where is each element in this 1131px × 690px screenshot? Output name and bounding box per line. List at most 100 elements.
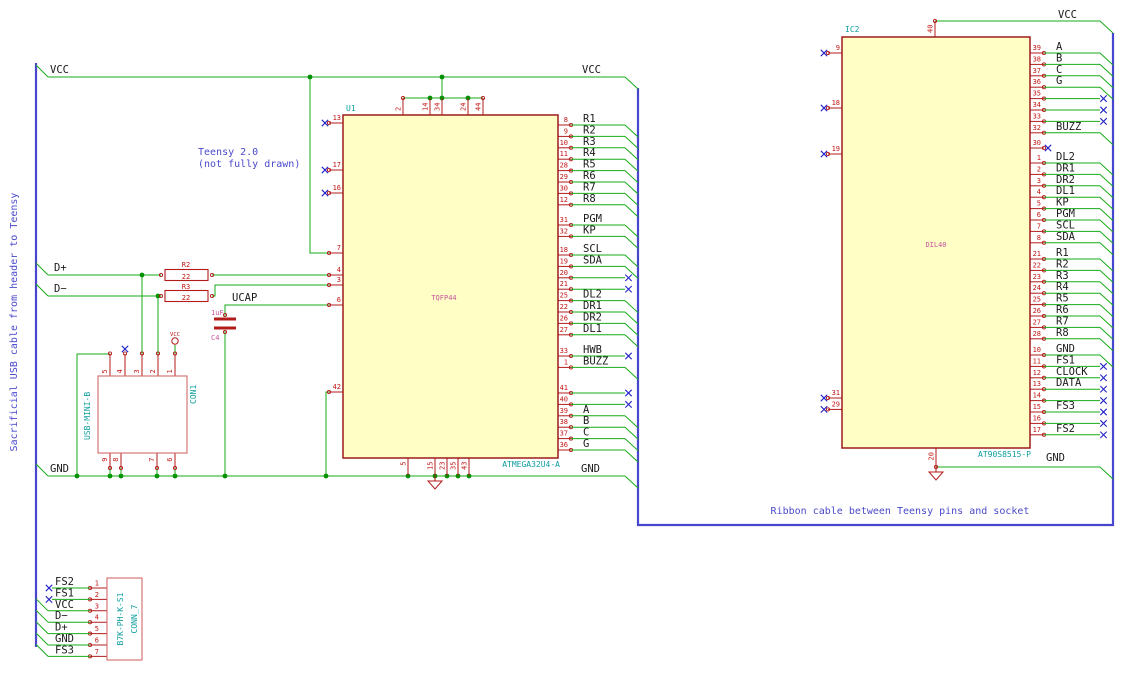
pin-number: 20 [560,269,568,277]
pin-number: 8 [564,116,568,124]
pin-number: 4 [1037,188,1041,196]
pin-number: 40 [560,395,568,403]
pin-number: 13 [1033,380,1041,388]
pin-number: 34 [434,103,442,111]
pin-number: 3 [95,602,99,610]
c4-value: 1uF [211,309,224,317]
pin-number: 22 [560,303,568,311]
r2-value: 22 [182,273,190,281]
pin-number: 39 [1033,44,1041,52]
pin-number: 15 [1033,403,1041,411]
pin-number: 30 [1033,139,1041,147]
pin-number: 28 [560,162,568,170]
net-label: R8 [1056,327,1069,339]
net-label: R6 [1056,304,1069,316]
net-label: D− [55,610,68,622]
net-label: SCL [1056,219,1075,231]
net-label: R4 [583,147,596,159]
pin-number: 6 [166,458,174,462]
pin-number: 29 [560,173,568,181]
pin-number: 43 [461,462,469,470]
note-teensy-line2: (not fully drawn) [198,159,300,170]
pin-number: 30 [560,184,568,192]
net-label: VCC [55,599,74,611]
net-label-vcc-u1: VCC [582,64,601,76]
pin-number: 9 [836,44,840,52]
net-label: R5 [1056,293,1069,305]
pin-number: 7 [148,458,156,462]
pin-number: 35 [450,462,458,470]
pin-number: 33 [1033,112,1041,120]
net-label: B [583,415,589,427]
net-label-gnd-left: GND [50,463,69,475]
con1-reference: CON1 [189,385,198,404]
net-label: G [1056,75,1062,87]
net-label: R1 [583,113,596,125]
schematic-canvas: 8(SS/PCINT0)PB0R19(SCLK/PCINT1)PB1R210(P… [0,0,1131,690]
pin-number: 9 [101,458,109,462]
ic2-reference: IC2 [845,25,860,34]
ic2-package: DIL40 [925,241,946,249]
u1-reference: U1 [346,104,356,113]
pin-number: 16 [1033,414,1041,422]
pin-number: 33 [560,347,568,355]
pin-number: 16 [333,184,341,192]
net-label: FS2 [55,576,74,588]
net-label: B [1056,52,1062,64]
net-label: R6 [583,170,596,182]
pin-number: 23 [439,462,447,470]
pin-number: 34 [1033,101,1041,109]
net-label: GND [1056,343,1075,355]
net-label: R3 [1056,270,1069,282]
pin-number: 2 [95,591,99,599]
pin-number: 44 [475,103,483,111]
pin-number: 8 [1037,234,1041,242]
capacitor-plate [214,317,236,321]
pin-number: 38 [560,418,568,426]
pin-number: 1 [1037,154,1041,162]
pin-number: 6 [1037,211,1041,219]
pin-number: 41 [560,384,568,392]
pin-number: 19 [560,257,568,265]
net-label: FS2 [1056,423,1075,435]
schematic-page: 8(SS/PCINT0)PB0R19(SCLK/PCINT1)PB1R210(P… [0,0,1131,690]
net-label: KP [583,224,596,236]
pin-number: 12 [1033,369,1041,377]
pin-number: 37 [1033,67,1041,75]
net-label-vcc-left: VCC [50,64,69,76]
pin-number: 10 [1033,346,1041,354]
net-label: SCL [583,243,602,255]
pin-number: 26 [1033,307,1041,315]
pin-number: 12 [560,196,568,204]
net-label: DL2 [1056,151,1075,163]
pin-number: 15 [427,462,435,470]
net-label: PGM [583,213,602,225]
net-label-vcc-ic2: VCC [1058,9,1077,21]
capacitor-plate [214,326,236,330]
pin-number: 24 [460,103,468,111]
net-label: R7 [1056,315,1069,327]
net-label: R2 [583,124,596,136]
pin-number: 5 [101,369,109,373]
junction-dot [222,473,228,479]
net-label: PGM [1056,208,1075,220]
pin-number: 17 [1033,426,1041,434]
pin-number: 3 [133,369,141,373]
pin-number: 37 [560,430,568,438]
pin-number: 3 [1037,177,1041,185]
pin-number: 38 [1033,55,1041,63]
pin-number: 2 [149,369,157,373]
net-label: C [1056,64,1062,76]
pin-number: 42 [333,383,341,391]
pin-number: 1 [95,580,99,588]
pin-number: 22 [1033,261,1041,269]
pin-number: 39 [560,407,568,415]
net-label: FS3 [1056,400,1075,412]
net-label: DR1 [1056,162,1075,174]
net-label-gnd-ic2: GND [1046,452,1065,464]
pin-number: 32 [560,227,568,235]
net-label: SDA [583,254,603,266]
net-label-dminus: D− [54,283,67,295]
net-label: DATA [1056,377,1082,389]
junction-dot [307,74,313,80]
